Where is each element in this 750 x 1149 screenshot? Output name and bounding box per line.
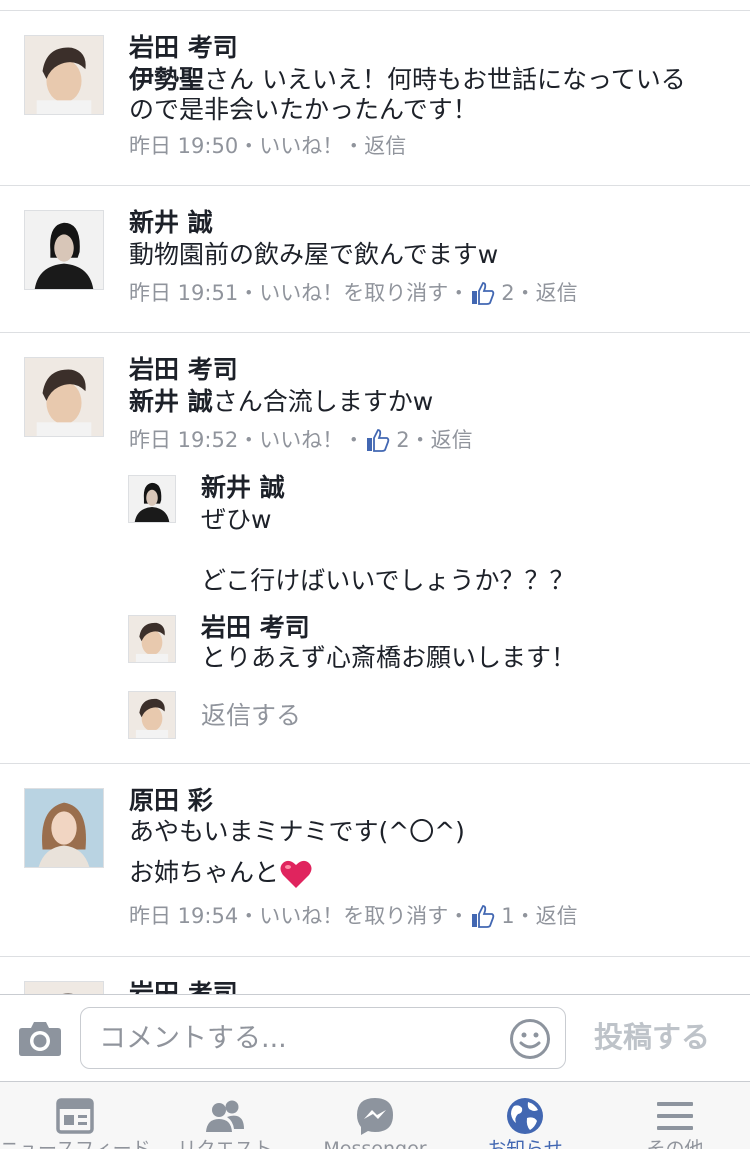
timestamp: 昨日 19:50 (129, 134, 239, 158)
comment-input[interactable]: コメントする... (80, 1007, 566, 1069)
comment-actions[interactable]: ・いいね！・ (238, 428, 364, 452)
avatar (128, 691, 176, 739)
tab-bar: ニュースフィード リクエスト Messenger お知らせ その他 (0, 1081, 750, 1149)
comment-text: お姉ちゃんと (129, 857, 313, 890)
like-thumb-icon (472, 282, 495, 305)
divider (0, 10, 750, 11)
messenger-icon (357, 1098, 393, 1135)
reply-link[interactable]: ・返信 (515, 281, 578, 305)
comment-feed: 岩田 考司 伊勢聖さん いえいえ！何時もお世話になっている ので是非会いたかった… (0, 0, 750, 994)
comment-input-placeholder: コメントする... (99, 1023, 287, 1054)
like-thumb-icon (367, 429, 390, 452)
reply-link[interactable]: ・返信 (410, 428, 473, 452)
comment-author[interactable]: 原田 彩 (129, 785, 213, 817)
mention-link[interactable]: 伊勢聖 (129, 65, 204, 94)
comment-meta: 昨日 19:52・いいね！・ 2・返信 (129, 425, 473, 454)
comment-actions[interactable]: ・いいね！を取り消す・ (238, 904, 469, 928)
avatar[interactable] (24, 357, 104, 437)
reply-link[interactable]: ・返信 (515, 904, 578, 928)
smiley-icon[interactable] (509, 1018, 551, 1060)
tab-label: リクエスト (177, 1138, 273, 1149)
divider (0, 185, 750, 186)
reply-author[interactable]: 岩田 考司 (201, 612, 310, 644)
avatar[interactable] (24, 210, 104, 290)
divider (0, 332, 750, 333)
heart-emoji-icon (280, 860, 312, 888)
comment-text-line: 動物園前の飲み屋で飲んでますw (129, 240, 499, 269)
timestamp: 昨日 19:52 (129, 428, 239, 452)
divider (0, 763, 750, 764)
like-thumb-icon (472, 905, 495, 928)
globe-icon (507, 1098, 543, 1134)
avatar[interactable] (128, 475, 176, 523)
tab-more[interactable]: その他 (600, 1082, 750, 1149)
menu-icon (657, 1102, 693, 1130)
like-count[interactable]: 1 (501, 904, 514, 928)
news-feed-icon (56, 1098, 94, 1134)
reply-text-line: とりあえず心斎橋お願いします！ (201, 643, 577, 672)
comment-actions[interactable]: ・いいね！を取り消す・ (238, 281, 469, 305)
comment-author[interactable]: 岩田 考司 (129, 978, 238, 994)
comment-text-line: あやもいまミナミです(^〇^) (129, 817, 465, 846)
reply-text-line: ぜひw (201, 505, 272, 534)
tab-label: お知らせ (487, 1138, 563, 1149)
comment-meta: 昨日 19:50・いいね！・返信 (129, 131, 406, 160)
tab-friend-requests[interactable]: リクエスト (150, 1082, 300, 1149)
avatar[interactable] (24, 788, 104, 868)
comment-author[interactable]: 岩田 考司 (129, 354, 238, 386)
tab-label: その他 (646, 1138, 704, 1149)
avatar[interactable] (24, 35, 104, 115)
like-count[interactable]: 2 (396, 428, 409, 452)
divider (0, 956, 750, 957)
camera-icon[interactable] (18, 1019, 62, 1057)
comment-text-line: ので是非会いたかったんです！ (129, 95, 478, 124)
comment-meta: 昨日 19:51・いいね！を取り消す・ 2・返信 (129, 278, 578, 307)
tab-label: Messenger (323, 1138, 427, 1149)
reply-input[interactable]: 返信する (201, 700, 301, 732)
tab-news-feed[interactable]: ニュースフィード (0, 1082, 150, 1149)
timestamp: 昨日 19:54 (129, 904, 239, 928)
comment-author[interactable]: 岩田 考司 (129, 32, 238, 64)
comment-text: 新井 誠さん合流しますかw (129, 387, 434, 416)
avatar[interactable] (24, 981, 104, 994)
comment-meta: 昨日 19:54・いいね！を取り消す・ 1・返信 (129, 901, 578, 930)
post-button[interactable]: 投稿する (594, 1017, 710, 1057)
comment-text: 伊勢聖さん いえいえ！何時もお世話になっている (129, 65, 686, 94)
timestamp: 昨日 19:51 (129, 281, 239, 305)
tab-label: ニュースフィード (0, 1138, 150, 1149)
tab-messenger[interactable]: Messenger (300, 1082, 450, 1149)
comment-actions[interactable]: ・いいね！・返信 (238, 134, 406, 158)
reply-text-line: どこ行けばいいでしょうか？？？ (201, 566, 575, 595)
reply-author[interactable]: 新井 誠 (201, 472, 285, 504)
comment-composer: コメントする... 投稿する (0, 994, 750, 1081)
avatar[interactable] (128, 615, 176, 663)
friends-icon (206, 1100, 244, 1132)
like-count[interactable]: 2 (501, 281, 514, 305)
comment-author[interactable]: 新井 誠 (129, 207, 213, 239)
tab-notifications[interactable]: お知らせ (450, 1082, 600, 1149)
mention-link[interactable]: 新井 誠 (129, 387, 213, 416)
